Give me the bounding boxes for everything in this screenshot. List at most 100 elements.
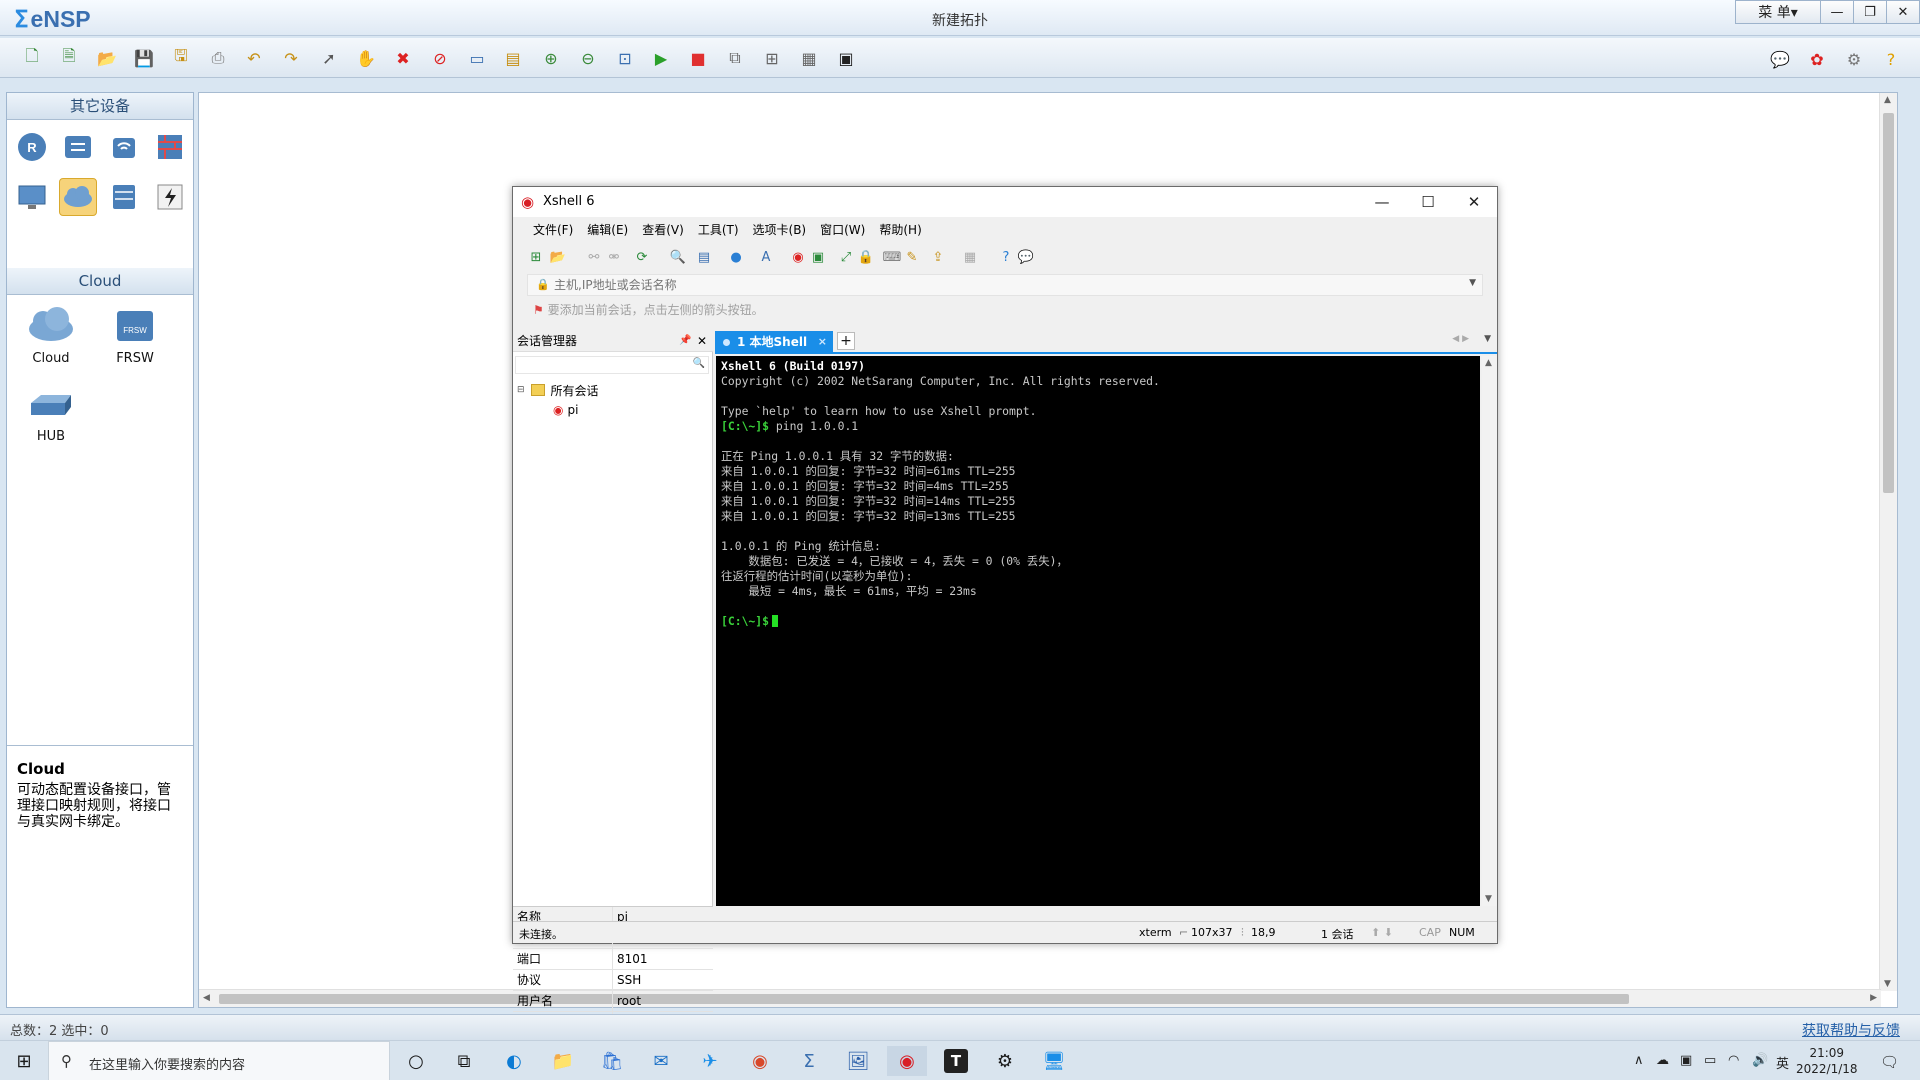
delete-icon[interactable]: ✖ (391, 46, 415, 70)
menu-help[interactable]: 帮助(H) (879, 219, 921, 241)
stop-device-icon[interactable]: ■ (686, 46, 710, 70)
gear-icon[interactable]: ⚙ (1841, 46, 1867, 72)
menu-window[interactable]: 窗口(W) (820, 219, 865, 241)
tray-app-icon[interactable]: ▣ (1680, 1053, 1692, 1068)
onedrive-icon[interactable]: ☁ (1656, 1053, 1669, 1068)
terminal-scroll-up-icon[interactable]: ▲ (1485, 358, 1492, 368)
layout-icon[interactable]: ▦ (961, 248, 979, 266)
mail-icon[interactable]: ✉ (641, 1046, 681, 1076)
tree-session-pi[interactable]: ◉ pi (517, 400, 599, 420)
task-view-icon[interactable]: ⧉ (444, 1046, 484, 1076)
xshell-minimize-button[interactable]: — (1359, 187, 1405, 217)
xshell-close-button[interactable]: ✕ (1451, 187, 1497, 217)
photos-icon[interactable]: 🖼 (838, 1046, 878, 1076)
tree-collapse-icon[interactable]: ⊟ (517, 385, 525, 395)
disconnect-icon[interactable]: ⚮ (605, 248, 623, 266)
new-tab-button[interactable]: + (837, 332, 855, 350)
drag-hand-icon[interactable]: ✋ (354, 46, 378, 70)
chrome-icon[interactable]: ◉ (740, 1046, 780, 1076)
cloud-category-icon[interactable] (59, 178, 97, 216)
highlight-icon[interactable]: ✎ (903, 248, 921, 266)
properties-icon[interactable]: ▤ (695, 248, 713, 266)
firewall-icon[interactable] (151, 128, 189, 166)
volume-icon[interactable]: 🔊 (1752, 1053, 1768, 1068)
connect-icon[interactable]: ⚯ (585, 248, 603, 266)
wireless-icon[interactable] (105, 128, 143, 166)
save-icon[interactable]: 💾 (132, 46, 156, 70)
cli-icon[interactable]: ▣ (834, 46, 858, 70)
tab-list-icon[interactable]: ▼ (1484, 334, 1491, 344)
terminal-scroll-down-icon[interactable]: ▼ (1485, 894, 1492, 904)
help-icon[interactable]: ? (1878, 46, 1904, 72)
reconnect-icon[interactable]: ⟳ (633, 248, 651, 266)
font-icon[interactable]: A (757, 248, 775, 266)
globe-icon[interactable]: ● (727, 248, 745, 266)
store-icon[interactable]: 🛍 (592, 1046, 632, 1076)
redo-icon[interactable]: ↷ (279, 46, 303, 70)
scroll-down-icon[interactable]: ▼ (1884, 979, 1891, 989)
new-lab-icon[interactable]: 🗎 (57, 46, 81, 70)
open-icon[interactable]: 📂 (95, 46, 119, 70)
clock[interactable]: 21:09 2022/1/18 (1796, 1045, 1858, 1077)
menu-tools[interactable]: 工具(T) (698, 219, 739, 241)
tab-close-icon[interactable]: × (818, 331, 827, 353)
new-topology-icon[interactable]: 🗋 (20, 46, 44, 70)
session-manager-close-icon[interactable]: ✕ (697, 330, 707, 352)
terminal[interactable]: Xshell 6 (Build 0197) Copyright (c) 2002… (716, 356, 1480, 906)
topology-icon[interactable]: ⊞ (760, 46, 784, 70)
close-button[interactable]: ✕ (1886, 0, 1920, 24)
notification-icon[interactable]: 🗨 (1880, 1053, 1899, 1071)
menu-view[interactable]: 查看(V) (642, 219, 684, 241)
settings-icon[interactable]: ⚙ (985, 1046, 1025, 1076)
canvas-horizontal-thumb[interactable] (219, 994, 1629, 1004)
menu-file[interactable]: 文件(F) (533, 219, 573, 241)
xshell-help-icon[interactable]: ? (997, 248, 1015, 266)
start-device-icon[interactable]: ▶ (649, 46, 673, 70)
new-session-icon[interactable]: ⊞ (527, 248, 545, 266)
lock-icon[interactable]: 🔒 (857, 248, 875, 266)
ime-indicator[interactable]: 英 (1776, 1053, 1789, 1072)
file-explorer-icon[interactable]: 📁 (543, 1046, 583, 1076)
keyboard-icon[interactable]: ⌨ (883, 248, 902, 266)
feedback-icon[interactable]: 💬 (1017, 248, 1035, 266)
save-as-icon[interactable]: 🖫 (169, 46, 193, 70)
zoom-out-icon[interactable]: ⊖ (576, 46, 600, 70)
huawei-icon[interactable]: ✿ (1804, 46, 1830, 72)
router-icon[interactable]: R (13, 128, 51, 166)
cortana-icon[interactable]: ○ (396, 1046, 436, 1076)
cloud-device[interactable]: Cloud (21, 303, 81, 366)
print-icon[interactable]: ⎙ (206, 46, 230, 70)
undo-icon[interactable]: ↶ (242, 46, 266, 70)
text-label-icon[interactable]: ▭ (465, 46, 489, 70)
xftp-icon[interactable]: ▣ (809, 248, 827, 266)
canvas-horizontal-scrollbar[interactable]: ◀ ▶ (199, 989, 1881, 1007)
grid-icon[interactable]: ▦ (797, 46, 821, 70)
tab-scroll-icon[interactable]: ◀ ▶ (1452, 334, 1469, 344)
windows-start-icon[interactable]: ⊞ (4, 1046, 44, 1076)
restore-button[interactable]: ❐ (1853, 0, 1887, 24)
session-search[interactable]: 🔍 (515, 356, 709, 374)
hub-device[interactable]: HUB (21, 387, 81, 444)
menu-tabs[interactable]: 选项卡(B) (753, 219, 807, 241)
address-dropdown-icon[interactable]: ▼ (1469, 278, 1476, 288)
tab-local-shell[interactable]: 1 本地Shell × (715, 331, 833, 353)
xshell-taskbar-icon[interactable]: ◉ (887, 1046, 927, 1076)
canvas-vertical-thumb[interactable] (1883, 113, 1894, 493)
server-icon[interactable] (105, 178, 143, 216)
link-icon[interactable] (151, 178, 189, 216)
frsw-device[interactable]: FRSW FRSW (105, 303, 165, 366)
chat-icon[interactable]: 💬 (1767, 46, 1793, 72)
ensp-taskbar-icon[interactable]: ⵉ (789, 1046, 829, 1076)
scroll-up-icon[interactable]: ▲ (1884, 95, 1891, 105)
find-icon[interactable]: 🔍 (669, 248, 687, 266)
open-session-icon[interactable]: 📂 (549, 248, 567, 266)
tray-expand-icon[interactable]: ∧ (1634, 1053, 1644, 1068)
capture-icon[interactable]: ⧉ (723, 46, 747, 70)
palette-icon[interactable]: ▤ (501, 46, 525, 70)
pc-icon[interactable] (13, 178, 51, 216)
pin-icon[interactable]: 📌 (679, 330, 691, 352)
wifi-icon[interactable]: ◠ (1728, 1053, 1739, 1068)
switch-icon[interactable] (59, 128, 97, 166)
fullscreen-icon[interactable]: ⤢ (837, 248, 855, 266)
feishu-icon[interactable]: ✈ (690, 1046, 730, 1076)
